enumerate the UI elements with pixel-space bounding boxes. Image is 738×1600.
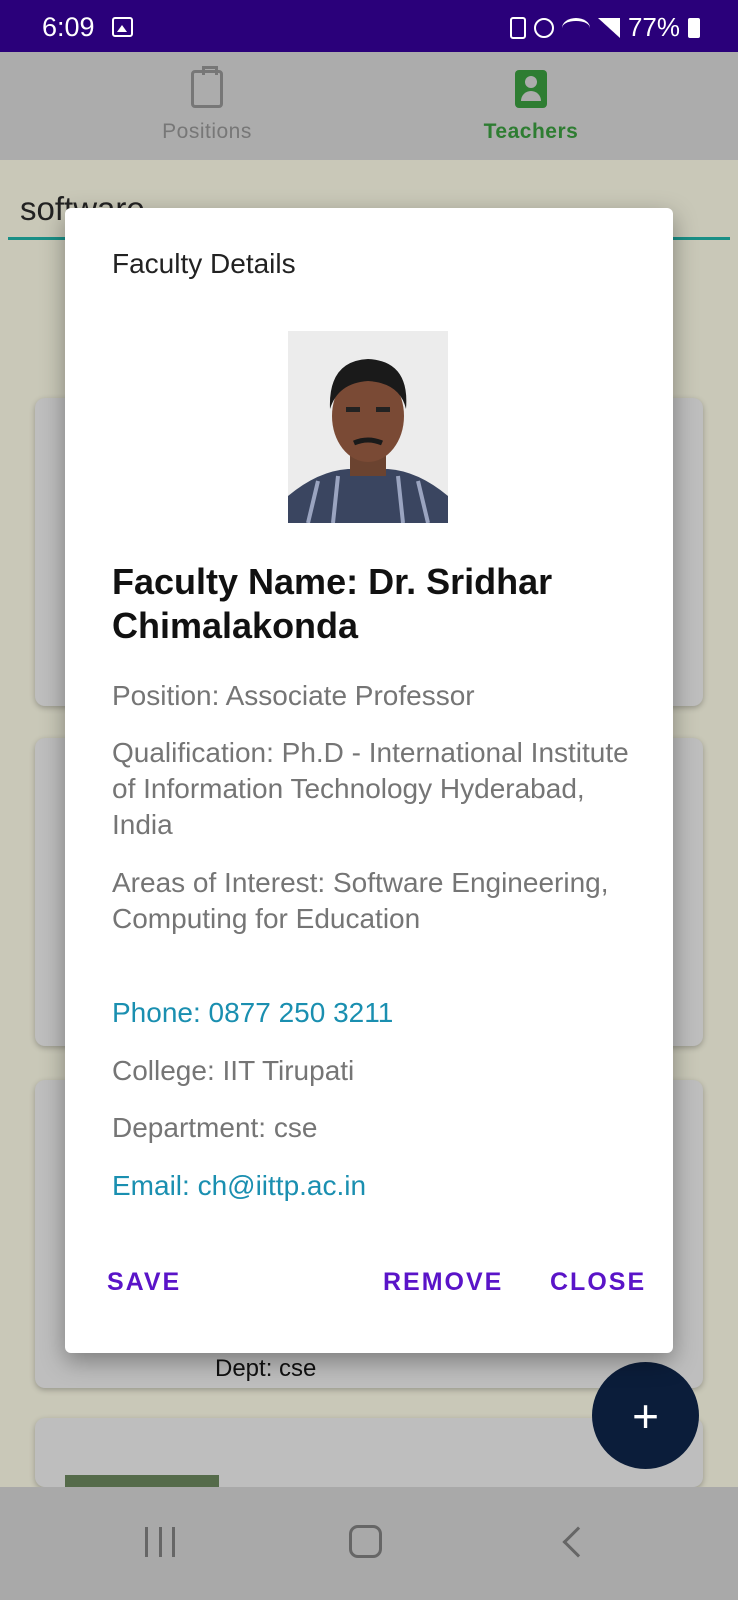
- faculty-phone-link[interactable]: Phone: 0877 250 3211: [112, 995, 632, 1031]
- faculty-position: Position: Associate Professor: [112, 680, 475, 711]
- back-icon[interactable]: [562, 1526, 594, 1558]
- recent-apps-icon[interactable]: [145, 1527, 175, 1557]
- faculty-department: Department: cse: [112, 1112, 318, 1143]
- remove-button[interactable]: REMOVE: [383, 1268, 503, 1297]
- status-time: 6:09: [42, 12, 95, 42]
- dialog-title: Faculty Details: [112, 248, 296, 279]
- clipboard-search-icon: [191, 66, 223, 108]
- tab-teachers[interactable]: Teachers: [346, 52, 716, 160]
- faculty-areas-of-interest: Areas of Interest: Software Engineering,…: [112, 867, 609, 934]
- battery-percent: 77%: [627, 12, 680, 42]
- add-button[interactable]: +: [592, 1362, 699, 1469]
- signal-icon: [597, 17, 620, 38]
- image-notification-icon: [112, 17, 133, 37]
- faculty-email-link[interactable]: Email: ch@iittp.ac.in: [112, 1168, 632, 1204]
- save-button[interactable]: SAVE: [107, 1268, 181, 1297]
- tab-bar: Positions Teachers: [0, 52, 738, 160]
- faculty-qualification: Qualification: Ph.D - International Inst…: [112, 737, 629, 840]
- battery-saver-icon: [509, 16, 526, 39]
- status-icons: 77%: [509, 12, 700, 43]
- battery-icon: [688, 17, 700, 38]
- status-bar: 6:09 77%: [0, 0, 738, 52]
- close-button[interactable]: CLOSE: [550, 1268, 646, 1297]
- faculty-name: Faculty Name: Dr. Sridhar Chimalakonda: [112, 561, 553, 646]
- faculty-photo: [288, 331, 448, 523]
- card-dept: Dept: cse: [215, 1355, 317, 1382]
- clipboard-account-icon: [515, 70, 547, 108]
- faculty-college: College: IIT Tirupati: [112, 1055, 355, 1086]
- tab-label: Positions: [162, 120, 252, 143]
- system-nav-bar: [0, 1487, 738, 1600]
- faculty-photo-image: [288, 331, 448, 523]
- alarm-icon: [533, 17, 554, 38]
- tab-label: Teachers: [483, 120, 579, 143]
- wifi-icon: [561, 17, 590, 38]
- tab-positions[interactable]: Positions: [22, 52, 392, 160]
- faculty-details-dialog: Faculty Details Faculty Name: Dr. Sridha…: [65, 208, 673, 1353]
- home-icon[interactable]: [349, 1525, 382, 1558]
